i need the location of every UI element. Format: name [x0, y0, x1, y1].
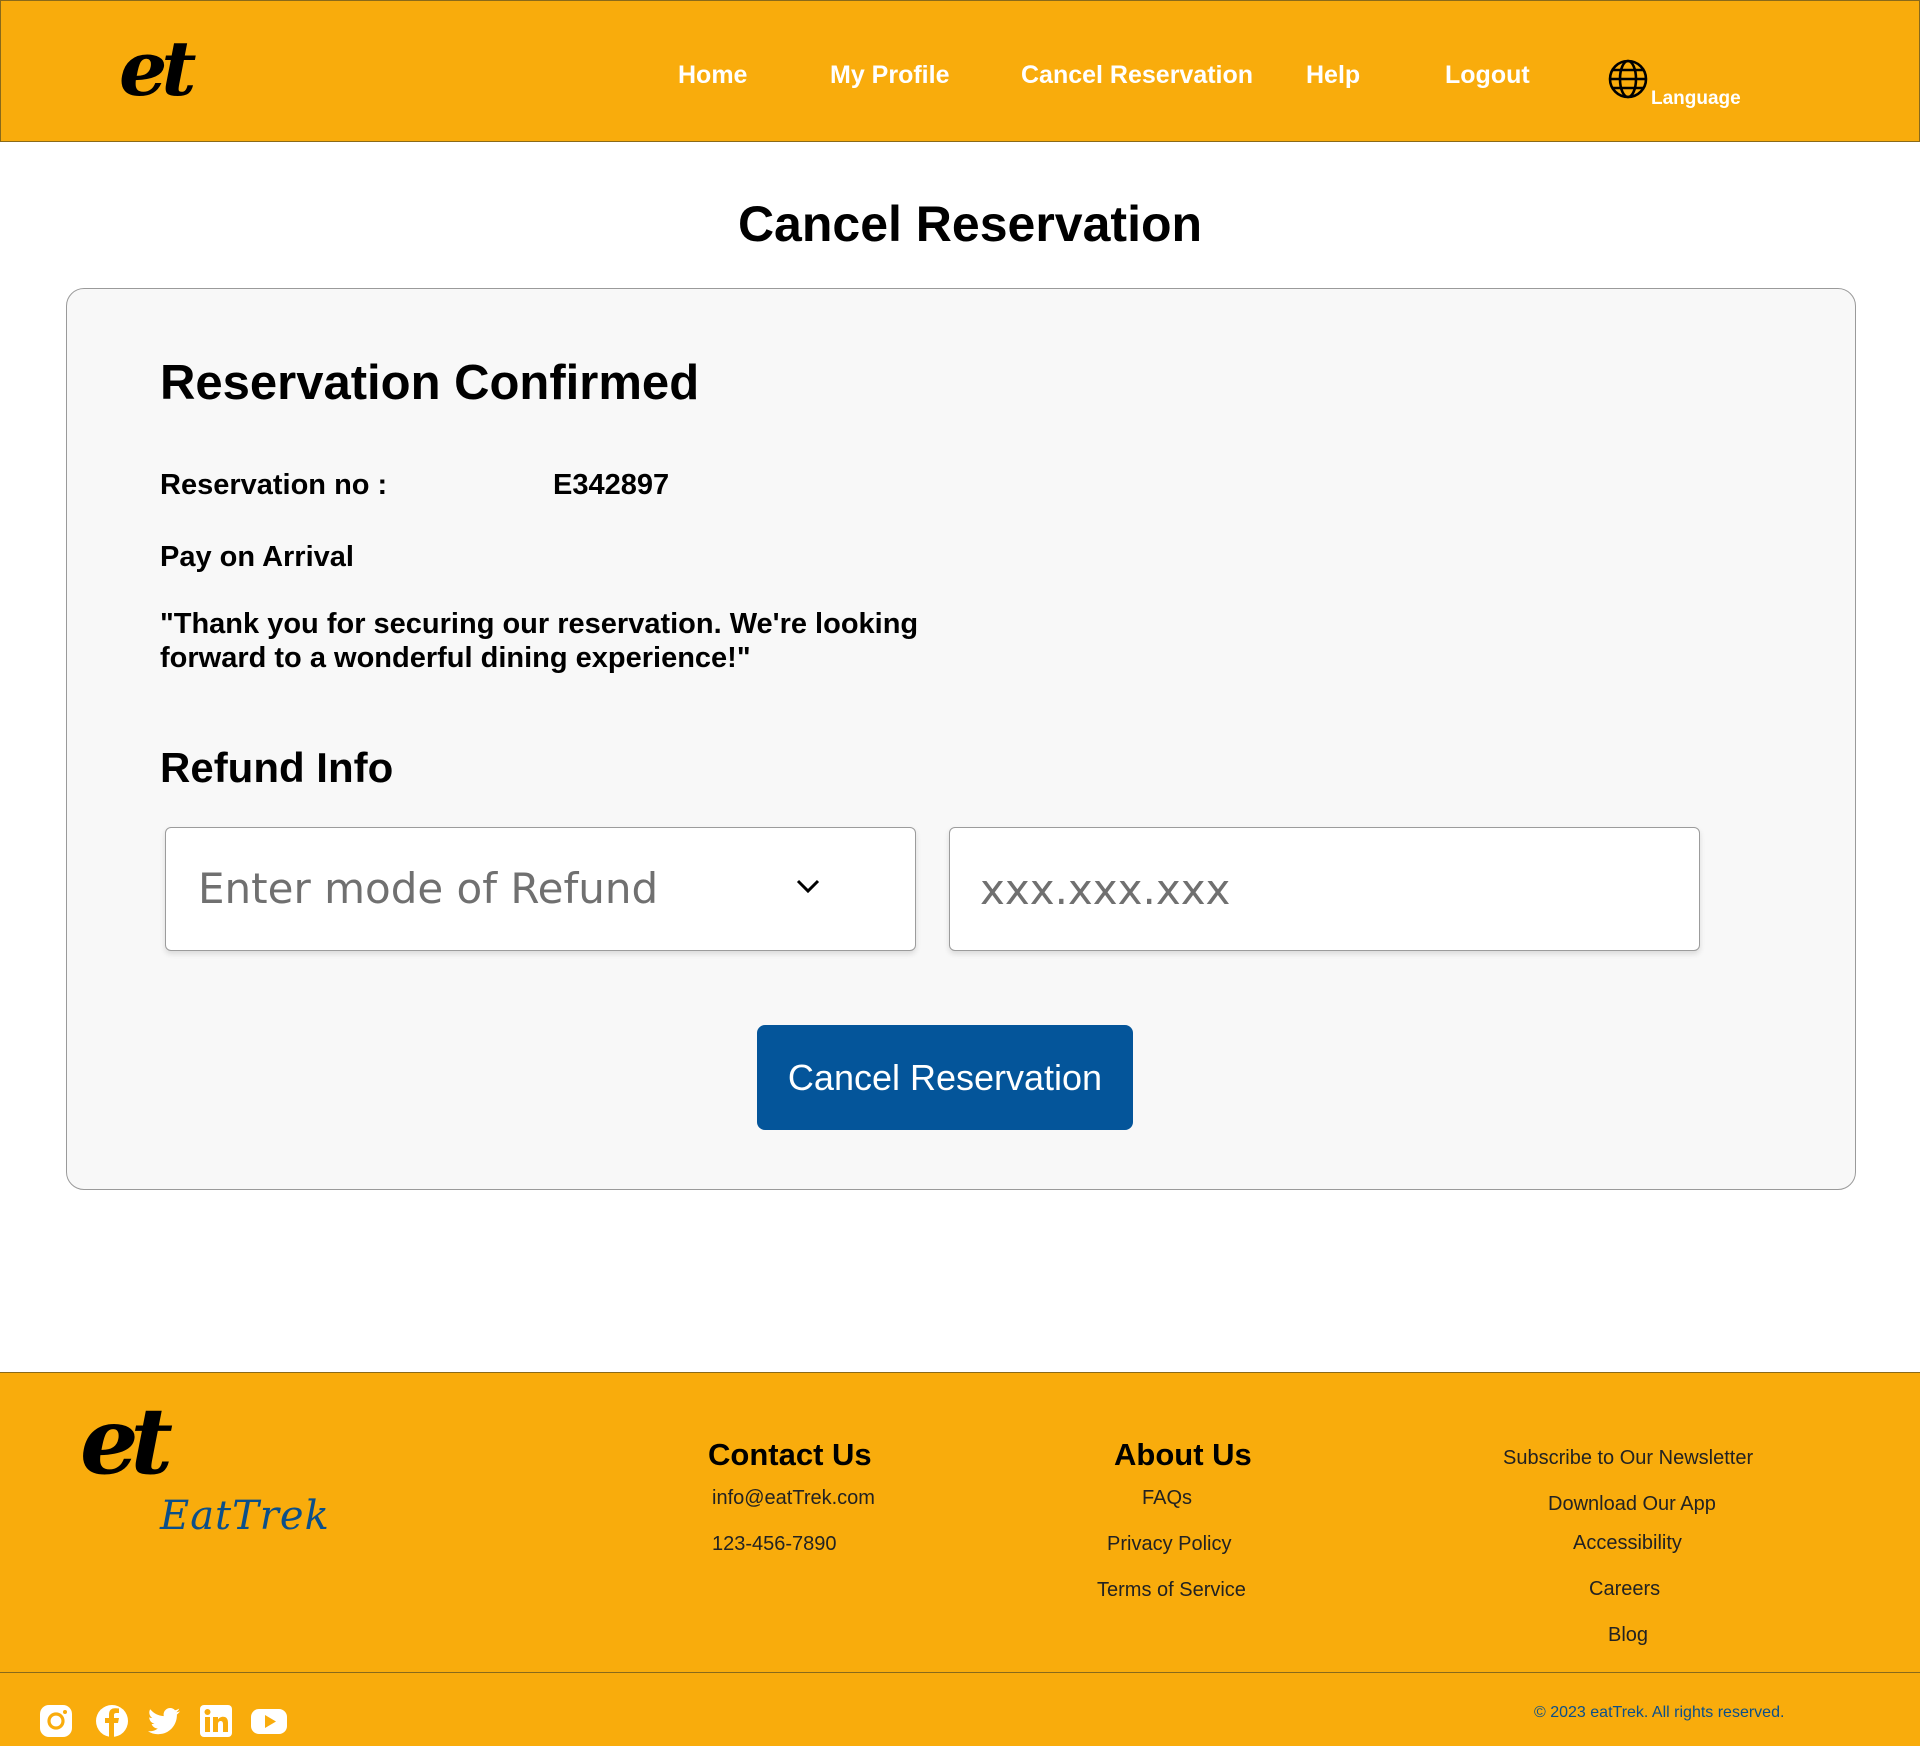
- nav-home[interactable]: Home: [678, 61, 747, 90]
- footer-link-faqs[interactable]: FAQs: [1142, 1487, 1192, 1510]
- reservation-status-title: Reservation Confirmed: [160, 356, 700, 410]
- cancel-reservation-button[interactable]: Cancel Reservation: [757, 1025, 1133, 1130]
- payment-method: Pay on Arrival: [160, 541, 354, 573]
- contact-email[interactable]: info@eatTrek.com: [712, 1487, 875, 1510]
- language-selector[interactable]: Language: [1651, 88, 1741, 110]
- top-navbar: et Home My Profile Cancel Reservation He…: [0, 0, 1920, 142]
- nav-logout[interactable]: Logout: [1445, 61, 1530, 90]
- chevron-down-icon: [796, 879, 820, 894]
- globe-icon[interactable]: [1607, 58, 1649, 100]
- page-title: Cancel Reservation: [737, 196, 1203, 252]
- nav-cancel-reservation[interactable]: Cancel Reservation: [1021, 61, 1253, 90]
- footer: et EatTrek Contact Us info@eatTrek.com 1…: [0, 1372, 1920, 1746]
- about-us-heading: About Us: [1114, 1437, 1252, 1472]
- footer-bottom-bar: © 2023 eatTrek. All rights reserved.: [0, 1672, 1920, 1746]
- facebook-icon[interactable]: [94, 1703, 130, 1739]
- contact-phone[interactable]: 123-456-7890: [712, 1533, 837, 1556]
- logo[interactable]: et: [119, 31, 197, 107]
- refund-mode-placeholder: Enter mode of Refund: [198, 864, 659, 913]
- youtube-icon[interactable]: [250, 1703, 288, 1739]
- refund-account-input[interactable]: [950, 828, 1699, 950]
- footer-link-newsletter[interactable]: Subscribe to Our Newsletter: [1503, 1447, 1753, 1470]
- nav-help[interactable]: Help: [1306, 61, 1360, 90]
- footer-link-privacy-policy[interactable]: Privacy Policy: [1107, 1533, 1231, 1556]
- footer-link-terms-of-service[interactable]: Terms of Service: [1097, 1579, 1246, 1602]
- nav-my-profile[interactable]: My Profile: [830, 61, 949, 90]
- contact-us-heading: Contact Us: [708, 1437, 872, 1472]
- refund-mode-dropdown[interactable]: Enter mode of Refund: [165, 827, 916, 951]
- footer-logo[interactable]: et: [80, 1395, 173, 1487]
- thank-you-message: "Thank you for securing our reservation.…: [160, 608, 919, 674]
- twitter-icon[interactable]: [146, 1703, 182, 1739]
- reservation-card: Reservation Confirmed Reservation no : E…: [66, 288, 1856, 1190]
- reservation-number-label: Reservation no :: [160, 469, 388, 501]
- refund-info-heading: Refund Info: [160, 744, 394, 791]
- footer-link-careers[interactable]: Careers: [1589, 1578, 1660, 1601]
- instagram-icon[interactable]: [38, 1703, 74, 1739]
- reservation-number-value: E342897: [553, 469, 670, 501]
- linkedin-icon[interactable]: [198, 1703, 234, 1739]
- footer-link-blog[interactable]: Blog: [1608, 1624, 1648, 1647]
- footer-link-download-app[interactable]: Download Our App: [1548, 1493, 1716, 1516]
- footer-link-accessibility[interactable]: Accessibility: [1573, 1532, 1682, 1555]
- refund-account-field: [949, 827, 1700, 951]
- copyright-text: © 2023 eatTrek. All rights reserved.: [1534, 1704, 1785, 1721]
- footer-brand-name: EatTrek: [160, 1493, 330, 1539]
